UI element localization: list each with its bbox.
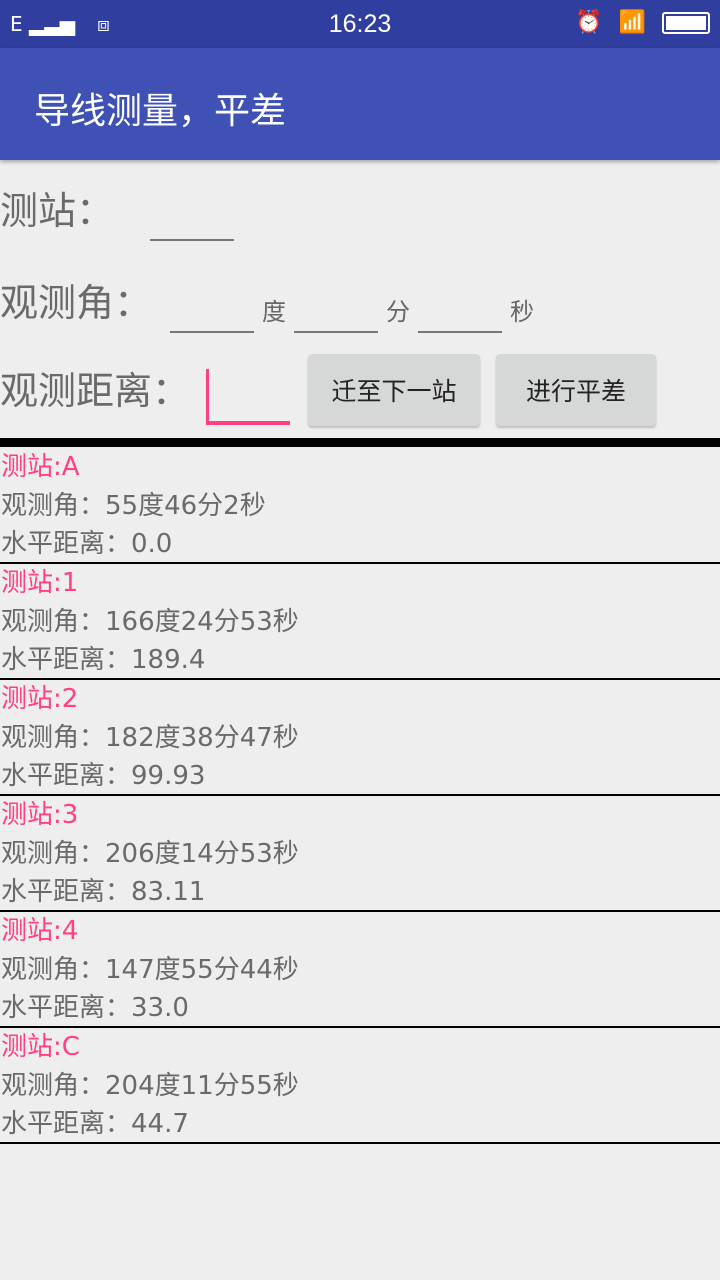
distance-row: 观测距离： [0, 360, 291, 425]
list-item[interactable]: 测站:A 观测角：55度46分2秒 水平距离：0.0 [0, 448, 720, 564]
station-name: 测站:C [1, 1032, 80, 1062]
second-unit: 秒 [510, 298, 535, 326]
horizontal-distance: 水平距离：33.0 [1, 993, 189, 1023]
station-label: 测站： [0, 189, 115, 233]
station-input[interactable] [150, 201, 235, 241]
app-title: 导线测量，平差 [34, 91, 287, 132]
status-bar: E ▂▃▅ ⧈ 16:23 ⏰ 📶 [0, 0, 720, 48]
distance-label: 观测距离： [0, 369, 191, 413]
observed-angle: 观测角：55度46分2秒 [1, 490, 266, 521]
station-name: 测站:2 [1, 684, 79, 714]
app-bar: 导线测量，平差 [0, 48, 720, 160]
observed-angle: 观测角：204度11分55秒 [1, 1070, 299, 1101]
station-name: 测站:A [1, 452, 80, 482]
list-item[interactable]: 测站:C 观测角：204度11分55秒 水平距离：44.7 [0, 1028, 720, 1144]
minute-input[interactable] [294, 293, 379, 333]
second-input[interactable] [418, 293, 503, 333]
list-item[interactable]: 测站:2 观测角：182度38分47秒 水平距离：99.93 [0, 680, 720, 796]
observed-angle: 观测角：206度14分53秒 [1, 838, 299, 869]
station-list: 测站:A 观测角：55度46分2秒 水平距离：0.0 测站:1 观测角：166度24分5… [0, 448, 720, 1144]
station-name: 测站:4 [1, 916, 79, 946]
angle-row: 观测角： 度 分 秒 [0, 272, 542, 333]
list-item[interactable]: 测站:3 观测角：206度14分53秒 水平距离：83.11 [0, 796, 720, 912]
observed-angle: 观测角：166度24分53秒 [1, 606, 299, 637]
distance-input[interactable] [206, 369, 291, 425]
list-item[interactable]: 测站:1 观测角：166度24分53秒 水平距离：189.4 [0, 564, 720, 680]
degree-input[interactable] [170, 293, 255, 333]
horizontal-distance: 水平距离：99.93 [1, 761, 206, 791]
station-row: 测站： [0, 180, 235, 241]
angle-label: 观测角： [0, 281, 153, 325]
battery-icon [662, 11, 710, 34]
divider [0, 438, 720, 447]
wifi-icon: 📶 [618, 10, 646, 35]
horizontal-distance: 水平距离：44.7 [1, 1109, 189, 1139]
minute-unit: 分 [386, 298, 411, 326]
observed-angle: 观测角：182度38分47秒 [1, 722, 299, 753]
list-item[interactable]: 测站:4 观测角：147度55分44秒 水平距离：33.0 [0, 912, 720, 1028]
adjust-button[interactable]: 进行平差 [496, 354, 656, 426]
next-station-button[interactable]: 迁至下一站 [308, 354, 480, 426]
degree-unit: 度 [262, 298, 287, 326]
observed-angle: 观测角：147度55分44秒 [1, 954, 299, 985]
horizontal-distance: 水平距离：189.4 [1, 645, 206, 675]
horizontal-distance: 水平距离：83.11 [1, 877, 206, 907]
station-name: 测站:1 [1, 568, 79, 598]
horizontal-distance: 水平距离：0.0 [1, 529, 173, 559]
alarm-icon: ⏰ [575, 10, 603, 35]
station-name: 测站:3 [1, 800, 79, 830]
